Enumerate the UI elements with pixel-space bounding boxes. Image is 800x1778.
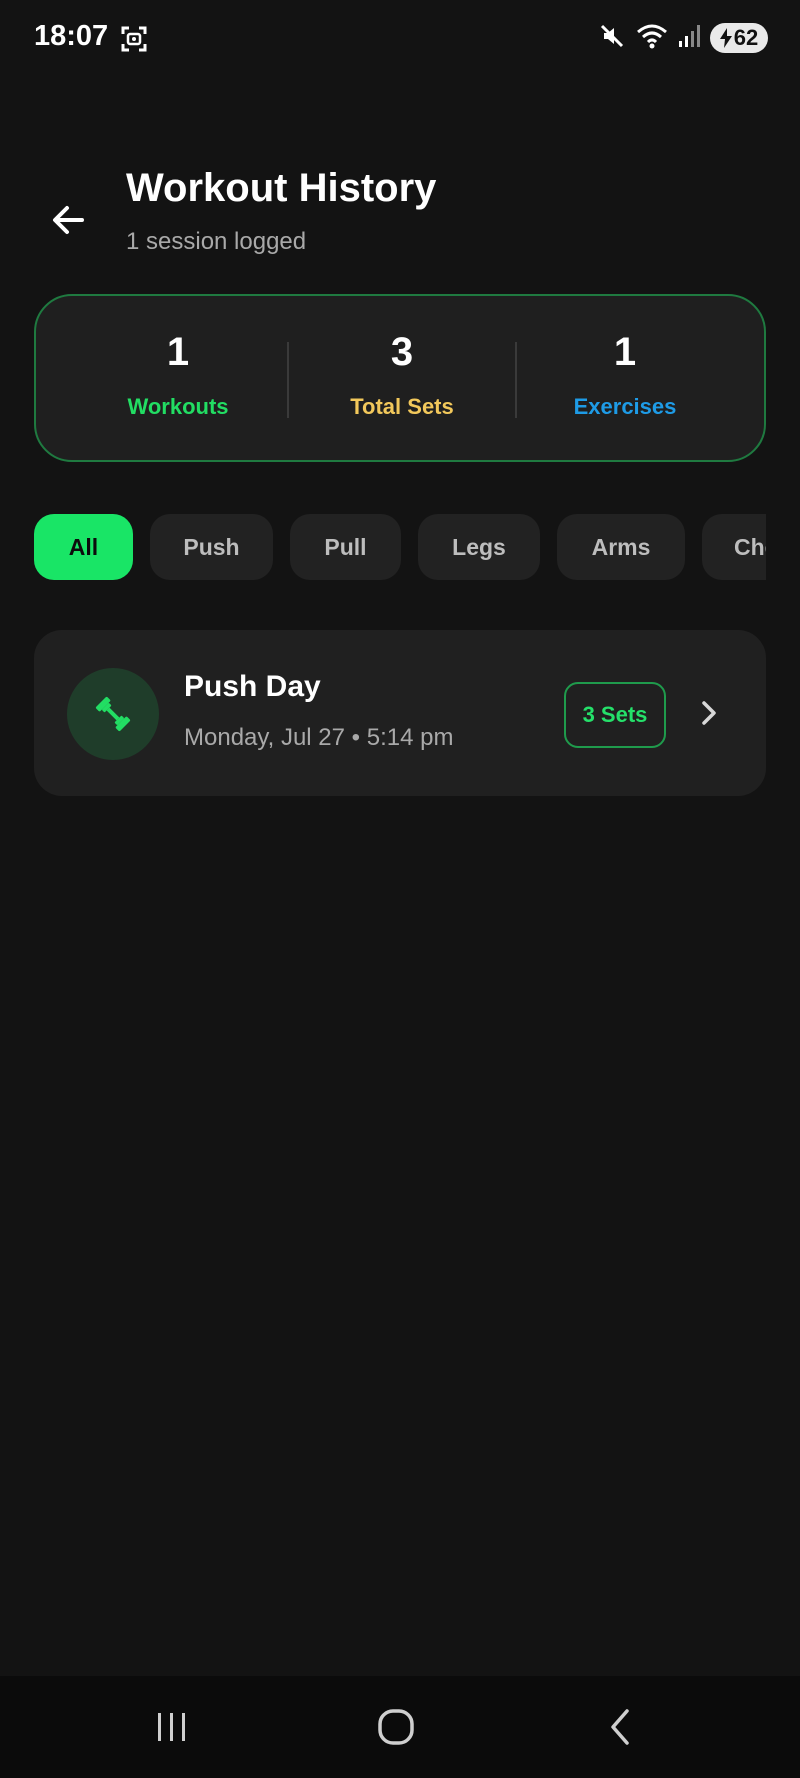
system-nav-bar xyxy=(0,1676,800,1778)
signal-icon xyxy=(678,23,700,54)
home-icon xyxy=(378,1709,414,1745)
workout-list-item[interactable]: Push Day Monday, Jul 27 • 5:14 pm 3 Sets xyxy=(34,630,766,796)
stat-label: Exercises xyxy=(573,394,677,419)
arrow-left-icon xyxy=(53,206,84,234)
status-icons: 62 xyxy=(598,22,768,54)
home-button[interactable] xyxy=(366,1704,426,1750)
stat-workouts: 1 Workouts xyxy=(68,296,288,460)
stat-total-sets: 3 Total Sets xyxy=(292,296,512,460)
wifi-icon xyxy=(636,22,668,55)
stat-divider xyxy=(287,342,289,418)
stat-value: 1 xyxy=(166,330,190,374)
stat-value: 1 xyxy=(613,330,637,374)
back-icon xyxy=(611,1709,629,1745)
battery-level: 62 xyxy=(733,25,759,50)
back-button[interactable] xyxy=(44,196,92,244)
screenshot-icon xyxy=(121,26,147,52)
dumbbell-icon xyxy=(95,696,131,732)
workout-title: Push Day xyxy=(184,670,321,703)
page-subtitle: 1 session logged xyxy=(126,228,307,255)
workout-date: Monday, Jul 27 • 5:14 pm xyxy=(184,724,454,751)
stat-value: 3 xyxy=(390,330,414,374)
chevron-right-icon xyxy=(694,698,724,728)
stat-exercises: 1 Exercises xyxy=(515,296,735,460)
sets-badge: 3 Sets xyxy=(564,682,666,748)
filter-chip-pull[interactable]: Pull xyxy=(290,514,401,580)
filter-chip-arms[interactable]: Arms xyxy=(557,514,685,580)
filter-chip-legs[interactable]: Legs xyxy=(418,514,540,580)
charging-icon xyxy=(719,28,732,48)
filter-chip-chest[interactable]: Che xyxy=(702,514,766,580)
filter-chip-all[interactable]: All xyxy=(34,514,133,580)
mute-icon xyxy=(598,22,626,55)
recent-apps-icon xyxy=(158,1713,185,1741)
filter-chips: All Push Pull Legs Arms Che xyxy=(34,514,766,580)
stat-label: Workouts xyxy=(127,394,229,419)
workout-icon-badge xyxy=(67,668,159,760)
stats-summary-card: 1 Workouts 3 Total Sets 1 Exercises xyxy=(34,294,766,462)
status-time: 18:07 xyxy=(34,20,109,52)
filter-chip-push[interactable]: Push xyxy=(150,514,273,580)
nav-back-button[interactable] xyxy=(590,1704,650,1750)
status-bar: 18:07 62 xyxy=(0,0,800,78)
stat-label: Total Sets xyxy=(350,394,454,419)
battery-indicator: 62 xyxy=(710,23,768,53)
recent-apps-button[interactable] xyxy=(142,1704,202,1750)
page-title: Workout History xyxy=(126,166,437,210)
